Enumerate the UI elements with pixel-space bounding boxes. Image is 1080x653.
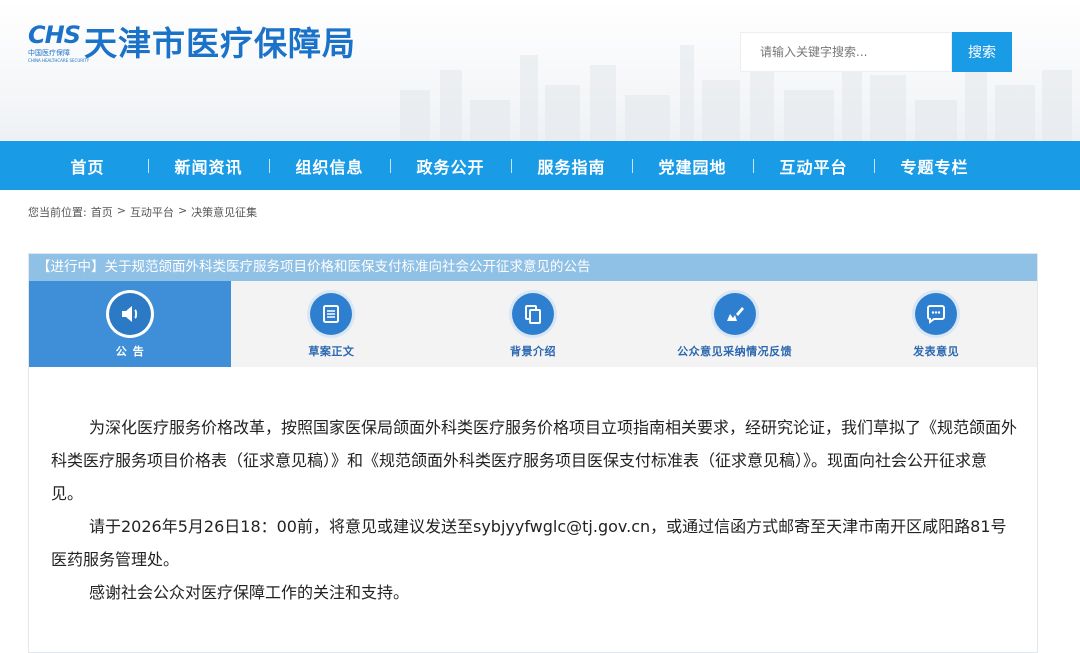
breadcrumb-separator: > xyxy=(116,204,126,217)
search-input[interactable] xyxy=(740,32,952,72)
site-logo[interactable]: CHS 中国医疗保障 CHINA HEALTHCARE SECURITY 天津市… xyxy=(28,22,356,66)
nav-item-special-topics[interactable]: 专题专栏 xyxy=(874,141,995,190)
breadcrumb-home[interactable]: 首页 xyxy=(91,204,113,220)
tab-label: 草案正文 xyxy=(308,345,355,358)
tab-draft-text[interactable]: 草案正文 xyxy=(231,281,433,367)
speaker-icon xyxy=(108,293,151,335)
site-title: 天津市医疗保障局 xyxy=(84,24,356,63)
logo-mark-cn: 中国医疗保障 xyxy=(28,49,70,57)
notice-tabs: 公告 草案正文 背景介绍 公众意见采纳情况反馈 发表意见 xyxy=(29,281,1037,367)
nav-item-government-affairs[interactable]: 政务公开 xyxy=(390,141,511,190)
notice-title: 【进行中】关于规范颌面外科类医疗服务项目价格和医保支付标准向社会公开征求意见的公… xyxy=(29,254,1037,281)
breadcrumb-interaction[interactable]: 互动平台 xyxy=(130,204,174,220)
nav-item-interaction[interactable]: 互动平台 xyxy=(753,141,874,190)
notice-paragraph: 请于2026年5月26日18：00前，将意见或建议发送至sybjyyfwglc@… xyxy=(51,517,1007,569)
nav-item-organization[interactable]: 组织信息 xyxy=(269,141,390,190)
notice-paragraph: 为深化医疗服务价格改革，按照国家医保局颌面外科类医疗服务价格项目立项指南相关要求… xyxy=(51,418,1018,503)
breadcrumb-current: 决策意见征集 xyxy=(191,206,258,219)
notice-paragraph: 感谢社会公众对医疗保障工作的关注和支持。 xyxy=(89,583,410,602)
document-icon xyxy=(310,293,353,335)
tab-label: 公告 xyxy=(115,345,150,358)
tab-submit-opinion[interactable]: 发表意见 xyxy=(835,281,1037,367)
breadcrumb: 您当前位置: 首页 > 互动平台 > 决策意见征集 xyxy=(28,204,257,220)
logo-mark-en: CHINA HEALTHCARE SECURITY xyxy=(28,58,90,63)
breadcrumb-separator: > xyxy=(177,204,188,217)
search-button[interactable]: 搜索 xyxy=(952,32,1012,72)
nav-item-home[interactable]: 首页 xyxy=(27,141,148,190)
notice-panel: 【进行中】关于规范颌面外科类医疗服务项目价格和医保支付标准向社会公开征求意见的公… xyxy=(28,253,1038,653)
notice-content: 为深化医疗服务价格改革，按照国家医保局颌面外科类医疗服务价格项目立项指南相关要求… xyxy=(29,367,1017,609)
edit-pen-icon xyxy=(713,293,756,335)
tab-announcement[interactable]: 公告 xyxy=(29,281,231,367)
logo-mark-text: CHS xyxy=(28,21,81,49)
search-box: 搜索 xyxy=(740,32,1012,72)
nav-item-news[interactable]: 新闻资讯 xyxy=(148,141,269,190)
breadcrumb-prefix: 您当前位置: xyxy=(28,206,87,219)
tab-label: 背景介绍 xyxy=(509,345,556,358)
chat-bubble-icon xyxy=(915,293,958,335)
tab-label: 公众意见采纳情况反馈 xyxy=(677,345,793,358)
copy-icon xyxy=(511,293,554,335)
tab-label: 发表意见 xyxy=(913,345,960,358)
nav-item-party-building[interactable]: 党建园地 xyxy=(632,141,753,190)
tab-background[interactable]: 背景介绍 xyxy=(432,281,634,367)
site-header: CHS 中国医疗保障 CHINA HEALTHCARE SECURITY 天津市… xyxy=(0,0,1080,141)
chs-logo-mark: CHS 中国医疗保障 CHINA HEALTHCARE SECURITY xyxy=(28,21,90,66)
main-nav: 首页 新闻资讯 组织信息 政务公开 服务指南 党建园地 互动平台 专题专栏 xyxy=(0,141,1080,190)
nav-item-service-guide[interactable]: 服务指南 xyxy=(511,141,632,190)
tab-feedback[interactable]: 公众意见采纳情况反馈 xyxy=(634,281,836,367)
